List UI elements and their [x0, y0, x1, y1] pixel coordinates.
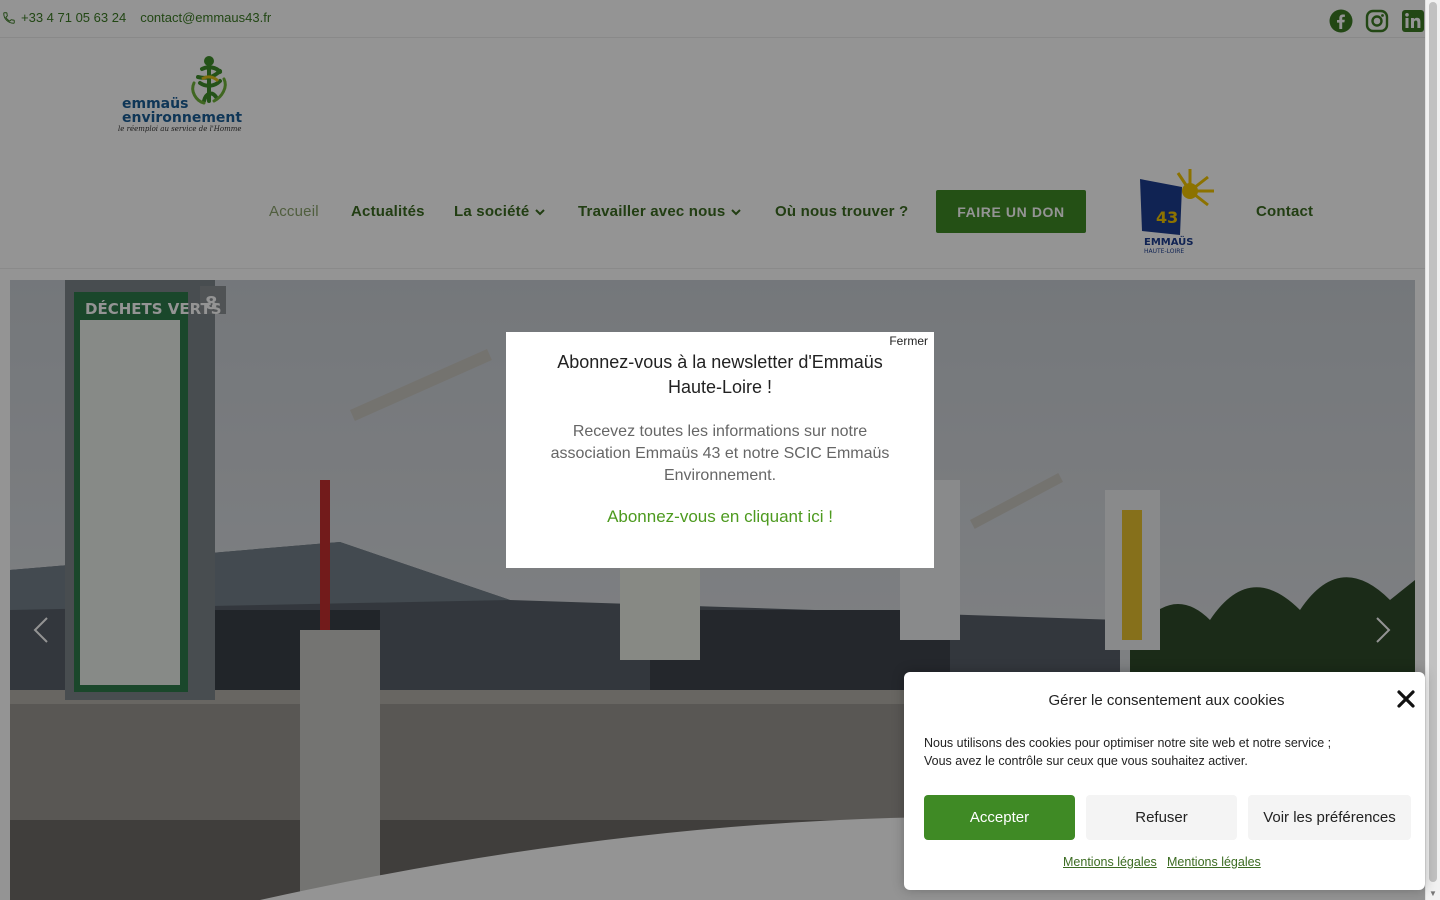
- cookie-consent-panel: Gérer le consentement aux cookies Nous u…: [904, 672, 1425, 890]
- refuse-cookies-button[interactable]: Refuser: [1086, 795, 1237, 840]
- cookie-close-button[interactable]: [1395, 688, 1417, 710]
- page-scrollbar[interactable]: ▼: [1425, 0, 1440, 900]
- cookie-description: Nous utilisons des cookies pour optimise…: [924, 734, 1364, 770]
- legal-notice-link-2[interactable]: Mentions légales: [1167, 855, 1261, 869]
- accept-cookies-button[interactable]: Accepter: [924, 795, 1075, 840]
- cookie-text-line2: Vous avez le contrôle sur ceux que vous …: [924, 754, 1248, 768]
- cookie-title: Gérer le consentement aux cookies: [1048, 692, 1285, 709]
- cookie-preferences-button[interactable]: Voir les préférences: [1248, 795, 1411, 840]
- legal-notice-link[interactable]: Mentions légales: [1063, 855, 1157, 869]
- newsletter-title: Abonnez-vous à la newsletter d'Emmaüs Ha…: [557, 352, 883, 397]
- newsletter-modal: Fermer Abonnez-vous à la newsletter d'Em…: [506, 332, 934, 568]
- newsletter-body: Recevez toutes les informations sur notr…: [550, 423, 890, 484]
- cookie-text-line1: Nous utilisons des cookies pour optimise…: [924, 736, 1332, 750]
- scrollbar-thumb[interactable]: [1429, 2, 1437, 882]
- scroll-down-arrow-icon[interactable]: ▼: [1429, 889, 1437, 898]
- newsletter-subscribe-link[interactable]: Abonnez-vous en cliquant ici !: [506, 507, 934, 527]
- close-modal-button[interactable]: Fermer: [889, 334, 928, 348]
- close-icon: [1397, 690, 1415, 708]
